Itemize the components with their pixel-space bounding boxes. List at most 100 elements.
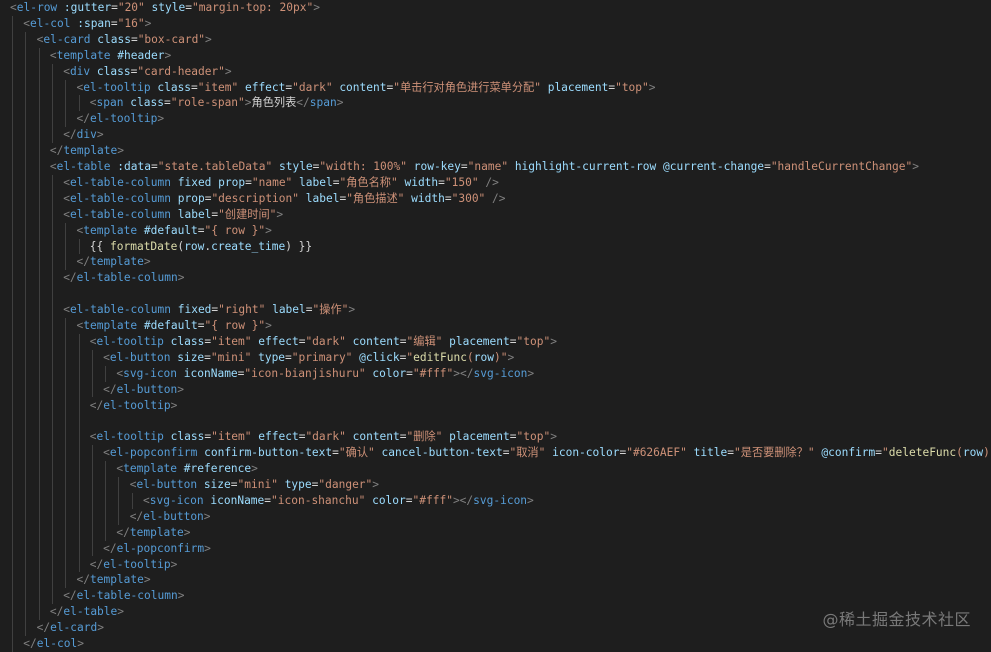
code-token: < [143,493,150,507]
code-token: </ [89,398,104,412]
code-line[interactable]: </template> [116,525,190,541]
code-token: prop [218,175,246,189]
code-token: template [123,462,178,476]
code-line[interactable]: </div> [63,127,103,143]
code-line[interactable]: <el-table-column label="创建时间"> [63,207,283,223]
code-token: = [509,334,517,348]
code-token: "确认" [338,446,375,460]
code-token: class [96,64,131,78]
code-token: > [244,96,252,110]
code-line[interactable]: </el-popconfirm> [103,541,211,557]
code-line[interactable]: <el-button size="mini" type="danger"> [130,477,379,493]
code-token: placement [449,430,510,444]
code-line[interactable]: <el-tooltip class="item" effect="dark" c… [90,429,557,445]
code-line[interactable]: <template #default="{ row }"> [77,318,272,334]
code-token: = [150,160,158,173]
code-token: "20" [117,1,145,14]
code-token: </ [129,509,144,523]
code-line[interactable]: </el-table> [50,604,124,620]
code-token: > [276,207,284,221]
code-line[interactable]: </el-tooltip> [90,557,178,573]
code-token: "danger" [318,478,373,491]
code-line[interactable]: <div class="card-header"> [63,64,231,80]
code-token: template [63,144,118,158]
code-token: > [313,1,320,14]
code-line[interactable]: <el-table-column fixed prop="name" label… [63,175,499,191]
code-line[interactable]: <span class="role-span">角色列表</span> [90,95,344,111]
code-token: el-card [50,621,98,635]
code-line[interactable]: <el-card class="box-card"> [37,32,212,48]
code-line[interactable]: </el-col> [23,636,84,652]
code-token: "操作" [312,303,349,317]
code-line[interactable]: <el-row :gutter="20" style="margin-top: … [10,0,320,16]
code-line[interactable]: </template> [77,572,151,588]
code-token: "handleCurrentChange" [770,160,913,173]
code-line[interactable]: <el-table-column fixed="right" label="操作… [63,302,355,318]
code-token: iconName [210,493,265,507]
indent-guide [105,365,107,382]
code-token: #default [143,223,198,237]
code-token: = [191,80,198,94]
code-line[interactable]: <el-col :span="16"> [23,16,151,32]
code-token: title [693,446,728,460]
code-token: el-table-column [69,175,171,189]
code-token: </ [63,589,77,603]
code-line[interactable]: </el-button> [103,382,184,398]
code-line[interactable]: <el-popconfirm confirm-button-text="确认" … [103,445,991,461]
code-token: color [372,493,406,507]
code-token: "name" [251,175,293,189]
code-line[interactable]: <svg-icon iconName="icon-bianjishuru" co… [116,366,534,382]
code-line[interactable]: </template> [50,143,124,159]
code-token: row [473,350,494,364]
code-token: el-table-column [69,191,171,205]
code-token: > [117,144,125,158]
code-token: "item" [211,430,252,444]
code-line[interactable]: <template #default="{ row }"> [77,223,272,239]
code-line[interactable]: {{ formatDate(row.create_time) }} [90,239,312,255]
code-line[interactable]: <el-tooltip class="item" effect="dark" c… [77,80,656,96]
code-line[interactable]: </el-table-column> [63,270,184,286]
code-token: )" [983,446,991,460]
code-line[interactable]: <el-table :data="state.tableData" style=… [50,159,919,175]
code-token: #reference [183,462,252,476]
code-token: template [83,319,138,332]
code-line[interactable]: </el-tooltip> [90,398,178,414]
code-line[interactable]: <template #header> [50,48,171,64]
code-token: "right" [218,303,266,317]
code-line[interactable]: </el-table-column> [63,588,184,604]
code-token: "删除" [406,430,443,444]
code-token: cancel-button-text [381,446,503,460]
code-line[interactable]: </el-tooltip> [77,111,165,127]
code-editor[interactable]: <el-row :gutter="20" style="margin-top: … [0,0,991,652]
code-token: > [143,255,151,269]
code-token: effect [244,80,286,94]
code-token: svg-icon [473,366,528,380]
code-line[interactable]: <svg-icon iconName="icon-shanchu" color=… [143,493,534,509]
code-line[interactable]: <el-button size="mini" type="primary" @c… [103,350,514,366]
code-token: #header [117,48,165,62]
code-line[interactable]: </template> [77,254,151,270]
code-token: < [49,160,57,173]
code-line[interactable]: <template #reference> [116,461,258,477]
code-token: "#fff" [412,493,453,507]
code-line[interactable]: <el-tooltip class="item" effect="dark" c… [90,334,557,350]
indent-guide [51,174,53,605]
code-token: > [203,509,211,523]
indent-guide [12,15,13,652]
code-line[interactable]: <el-table-column prop = "description" labe… [63,191,505,207]
code-line[interactable]: </el-card> [37,620,104,636]
code-token: "编辑" [406,334,443,348]
code-line[interactable]: </el-button> [130,509,211,525]
code-token: > [527,366,535,380]
code-token: "top" [516,334,551,348]
indent-guide [78,333,80,573]
